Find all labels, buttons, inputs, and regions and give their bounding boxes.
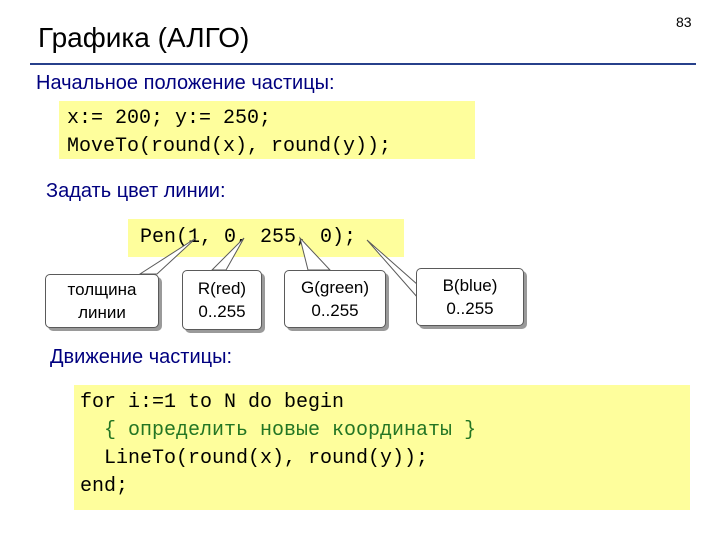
callout-line: толщина [67, 280, 137, 299]
callout-red: R(red) 0..255 [182, 270, 262, 330]
callout-blue: B(blue) 0..255 [416, 268, 524, 326]
code-line: end; [80, 475, 129, 498]
pointer-width [138, 237, 197, 275]
code-comment: { определить новые координаты } [80, 419, 477, 442]
pointer-red [210, 237, 245, 271]
callout-line: 0..255 [311, 301, 359, 320]
callout-line-width: толщина линии [45, 274, 159, 328]
motion-heading: Движение частицы: [50, 346, 233, 368]
callout-line: 0..255 [446, 299, 494, 318]
motion-code: for i:=1 to N do begin { определить новы… [74, 385, 690, 510]
pointer-green [299, 236, 332, 271]
callout-line: линии [78, 303, 126, 322]
callout-line: R(red) [197, 279, 247, 298]
callout-line: 0..255 [198, 302, 246, 321]
callout-green: G(green) 0..255 [284, 270, 386, 328]
callout-line: B(blue) [442, 276, 498, 295]
code-line: for i:=1 to N do begin [80, 391, 345, 414]
callout-line: G(green) [300, 278, 370, 297]
code-line: LineTo(round(x), round(y)); [80, 447, 429, 470]
